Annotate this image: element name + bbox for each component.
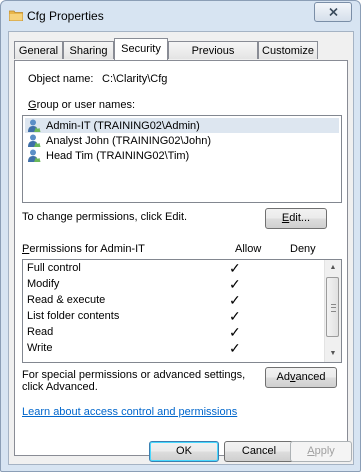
object-name-label: Object name: [28,73,94,85]
special-permissions-hint-1: For special permissions or advanced sett… [22,369,246,381]
permission-row: List folder contents ✓ [23,308,323,324]
advanced-button[interactable]: Advanced [265,367,337,388]
allow-check-icon: ✓ [229,324,241,340]
allow-check-icon: ✓ [229,340,241,356]
tab-customize[interactable]: Customize [258,41,318,59]
user-item-admin[interactable]: Admin-IT (TRAINING02\Admin) [25,118,339,133]
permission-name: Read & execute [27,294,106,306]
user-list[interactable]: Admin-IT (TRAINING02\Admin) Analyst John… [22,115,342,203]
permission-row: Read ✓ [23,324,323,340]
tab-security[interactable]: Security [114,38,168,60]
apply-button[interactable]: Apply [290,441,352,462]
cancel-button[interactable]: Cancel [224,441,294,462]
scroll-down-icon[interactable]: ▼ [325,346,341,362]
permission-row: Write ✓ [23,340,323,356]
permission-name: Full control [27,262,81,274]
user-item-label: Analyst John (TRAINING02\John) [46,134,212,147]
permission-name: Modify [27,278,60,290]
tab-previous-versions[interactable]: Previous Versions [168,41,258,75]
permissions-scrollbar[interactable]: ▲ ▼ [324,260,341,362]
permission-row: Read & execute ✓ [23,292,323,308]
allow-check-icon: ✓ [229,260,241,276]
group-names-label: Group or user names: [28,99,135,111]
allow-check-icon: ✓ [229,276,241,292]
ok-button[interactable]: OK [149,441,219,462]
allow-header: Allow [235,243,262,255]
learn-more-link[interactable]: Learn about access control and permissio… [22,406,237,418]
allow-check-icon: ✓ [229,308,241,324]
dialog-client: General Sharing Security Previous Versio… [8,31,354,465]
user-item-label: Admin-IT (TRAINING02\Admin) [46,119,200,132]
user-icon [28,149,41,162]
title-bar[interactable]: Cfg Properties [1,1,360,31]
tab-sharing[interactable]: Sharing [63,41,114,59]
user-item-tim[interactable]: Head Tim (TRAINING02\Tim) [25,148,339,163]
permission-name: List folder contents [27,310,120,322]
user-icon [28,119,41,132]
change-permissions-hint: To change permissions, click Edit. [22,211,188,223]
object-name-value: C:\Clarity\Cfg [102,73,168,85]
close-icon [328,8,338,16]
close-button[interactable] [314,2,352,22]
permissions-for-label: Permissions for Admin-IT [22,243,145,255]
user-item-john[interactable]: Analyst John (TRAINING02\John) [25,133,339,148]
user-item-label: Head Tim (TRAINING02\Tim) [46,149,190,162]
permission-row: Full control ✓ [23,260,323,276]
special-permissions-hint-2: click Advanced. [22,381,98,393]
window-title: Cfg Properties [27,9,104,23]
permissions-list[interactable]: Full control ✓ Modify ✓ Read & execute ✓… [22,259,342,363]
edit-button[interactable]: Edit... [265,208,327,229]
permission-name: Read [27,326,54,338]
tab-general[interactable]: General [14,41,63,59]
deny-header: Deny [290,243,316,255]
permission-name: Write [27,342,53,354]
permission-row: Modify ✓ [23,276,323,292]
allow-check-icon: ✓ [229,292,241,308]
security-panel: Object name: C:\Clarity\Cfg Group or use… [14,60,348,456]
folder-icon [9,10,23,21]
user-icon [28,134,41,147]
scroll-thumb[interactable] [326,277,339,337]
scroll-up-icon[interactable]: ▲ [325,260,341,276]
properties-window: Cfg Properties General Sharing Security … [0,0,361,472]
